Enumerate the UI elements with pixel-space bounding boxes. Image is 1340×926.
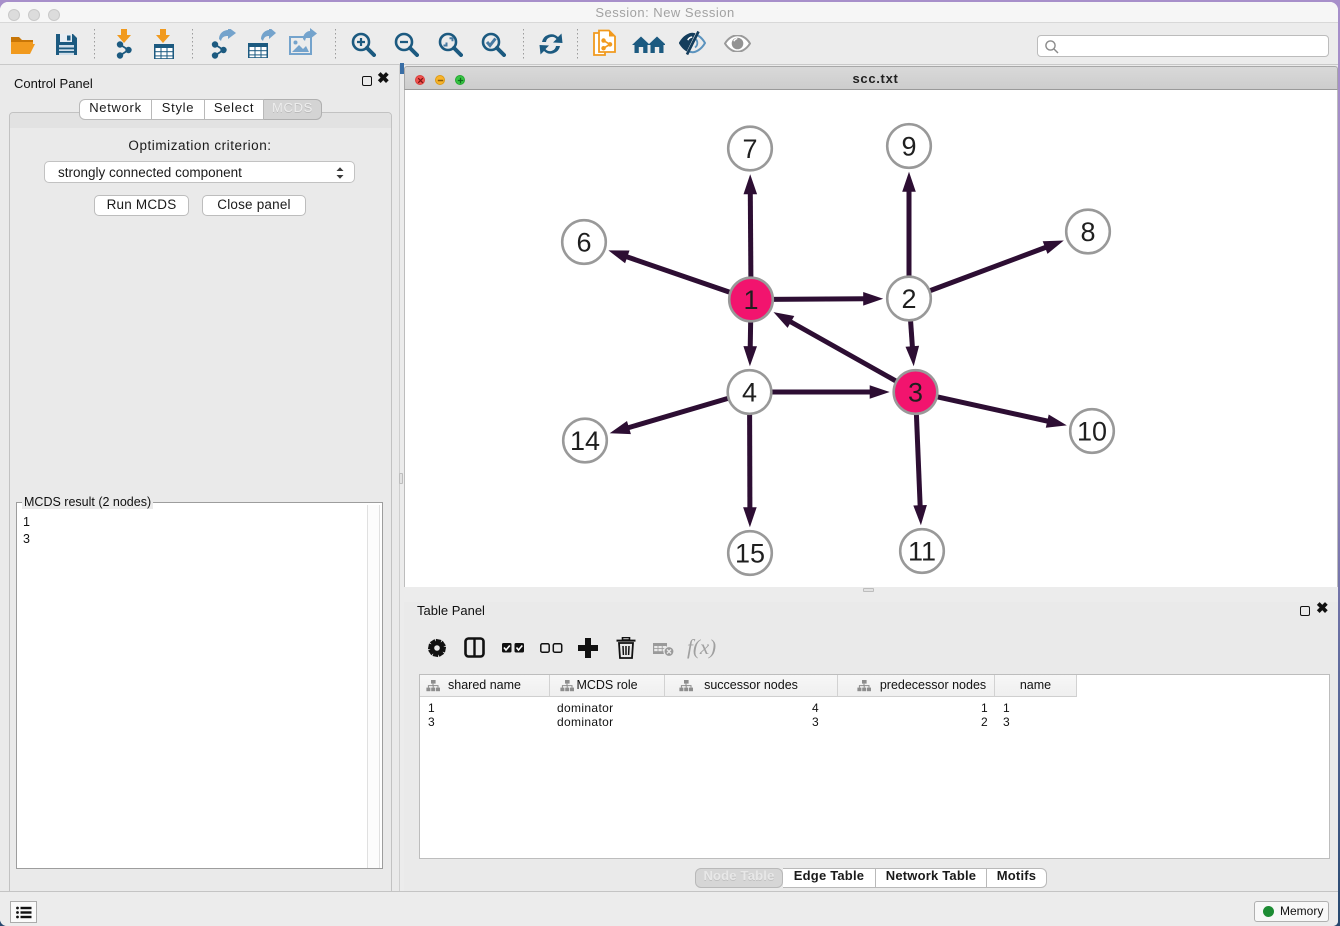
svg-text:4: 4: [742, 378, 757, 408]
svg-text:9: 9: [901, 132, 916, 162]
svg-text:6: 6: [576, 228, 591, 258]
svg-text:7: 7: [742, 134, 757, 164]
svg-text:15: 15: [735, 539, 765, 569]
svg-text:1: 1: [743, 285, 758, 315]
svg-text:8: 8: [1080, 217, 1095, 247]
svg-text:14: 14: [570, 426, 600, 456]
svg-text:3: 3: [908, 378, 923, 408]
svg-text:2: 2: [901, 284, 916, 314]
svg-text:11: 11: [908, 537, 936, 567]
svg-text:10: 10: [1077, 417, 1107, 447]
